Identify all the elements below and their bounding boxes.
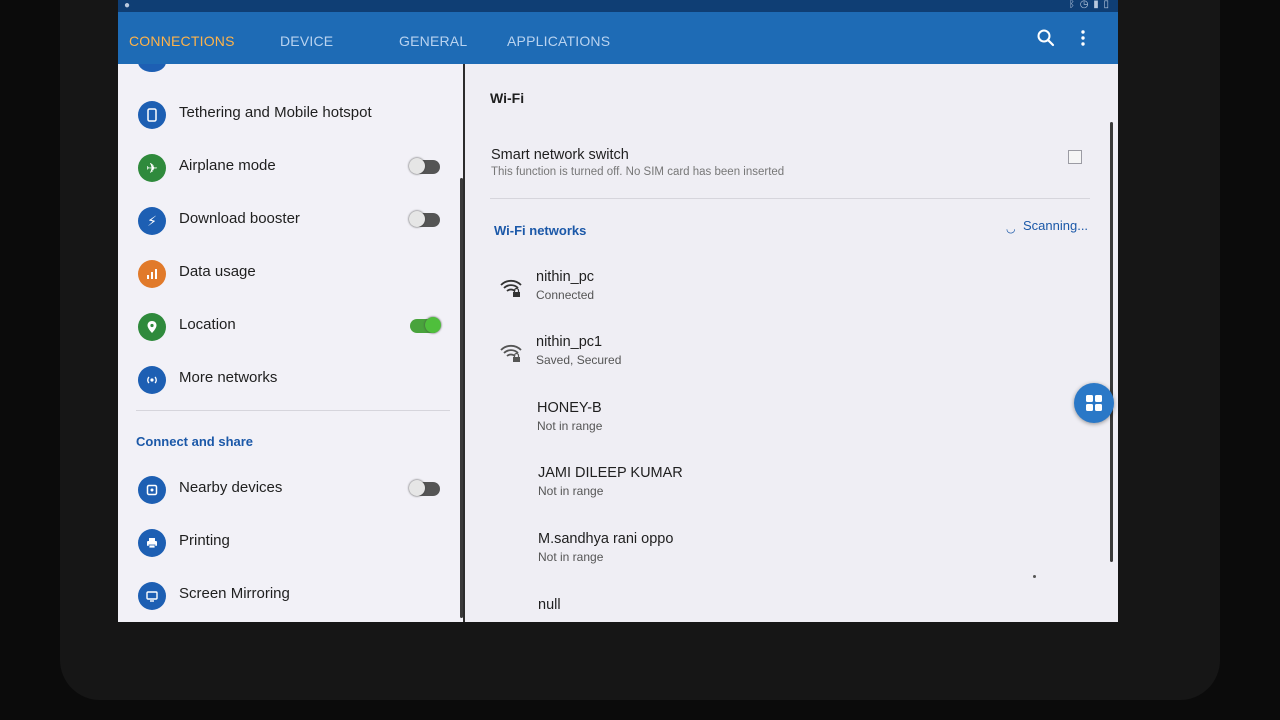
panel-title: Wi-Fi: [490, 90, 525, 106]
network-name: nithin_pc: [536, 269, 595, 285]
more-vertical-icon[interactable]: [1071, 26, 1095, 50]
wifi-lock-icon: [500, 279, 522, 297]
list-item-nearby-devices[interactable]: Nearby devices: [118, 465, 464, 515]
airplane-mode-toggle[interactable]: [409, 158, 440, 174]
list-item-more-networks[interactable]: More networks: [118, 355, 464, 405]
list-item-airplane-mode[interactable]: ✈ Airplane mode: [118, 143, 464, 193]
smart-network-switch-title: Smart network switch: [491, 147, 629, 163]
nearby-devices-toggle[interactable]: [409, 480, 440, 496]
network-row[interactable]: nithin_pc1 Saved, Secured: [465, 328, 1065, 388]
network-row[interactable]: JAMI DILEEP KUMAR Not in range: [465, 459, 1065, 519]
list-item-data-usage[interactable]: Data usage: [118, 249, 464, 299]
hotspot-icon: [138, 101, 166, 129]
list-item-tethering[interactable]: Tethering and Mobile hotspot: [118, 90, 464, 140]
list-item-label: Screen Mirroring: [179, 585, 290, 602]
list-item-label: Download booster: [179, 210, 300, 227]
network-status: Saved, Secured: [536, 353, 622, 367]
network-row[interactable]: HONEY-B Not in range: [465, 394, 1065, 454]
list-item-label: Tethering and Mobile hotspot: [179, 104, 372, 121]
bar-chart-icon: [138, 260, 166, 288]
list-item-printing[interactable]: Printing: [118, 518, 464, 568]
antenna-icon: [138, 366, 166, 394]
notification-icon: ●: [124, 0, 131, 11]
wifi-lock-icon: [500, 344, 522, 362]
section-divider: [490, 198, 1090, 199]
tab-applications[interactable]: APPLICATIONS: [507, 12, 610, 64]
network-status: Not in range: [538, 484, 604, 498]
list-item-label: More networks: [179, 369, 278, 386]
network-name: HONEY-B: [537, 400, 602, 416]
section-header: Connect and share: [136, 434, 254, 449]
lightning-icon: ⚡: [138, 207, 166, 235]
list-item-label: Nearby devices: [179, 479, 283, 496]
screen-mirroring-icon: [138, 582, 166, 610]
list-item-label: Location: [179, 316, 236, 333]
location-toggle[interactable]: [410, 317, 441, 333]
list-item-location[interactable]: Location: [118, 302, 464, 352]
smart-network-switch-subtitle: This function is turned off. No SIM card…: [491, 166, 785, 178]
airplane-icon: ✈: [138, 154, 166, 182]
network-name: M.sandhya rani oppo: [538, 531, 674, 547]
grid-icon: [1086, 395, 1102, 411]
list-item-label: Airplane mode: [179, 157, 276, 174]
tab-device[interactable]: DEVICE: [280, 12, 333, 64]
wifi-panel: Wi-Fi Smart network switch This function…: [465, 64, 1118, 622]
tablet-screen: ● ᛒ ◷ ▮ ▯ CONNECTIONS DEVICE GENERAL APP…: [118, 0, 1118, 622]
status-icons: ᛒ ◷ ▮ ▯: [1068, 0, 1110, 10]
tab-bar: CONNECTIONS DEVICE GENERAL APPLICATIONS: [118, 12, 1118, 64]
smart-network-switch-checkbox[interactable]: [1068, 150, 1082, 164]
dust-dot: [1033, 575, 1036, 578]
list-item-screen-mirroring[interactable]: Screen Mirroring: [118, 571, 464, 621]
network-status: Not in range: [537, 419, 603, 433]
scanning-status: Scanning...: [1023, 218, 1089, 233]
tab-general[interactable]: GENERAL: [399, 12, 467, 64]
network-row[interactable]: null: [465, 591, 1065, 622]
download-booster-toggle[interactable]: [409, 211, 440, 227]
search-icon[interactable]: [1034, 26, 1058, 50]
status-bar: ● ᛒ ◷ ▮ ▯: [118, 0, 1118, 12]
network-status: Connected: [536, 288, 595, 302]
network-name: nithin_pc1: [536, 334, 603, 350]
printer-icon: [138, 529, 166, 557]
network-name: JAMI DILEEP KUMAR: [538, 465, 683, 481]
network-row[interactable]: nithin_pc Connected: [465, 263, 1065, 323]
list-item-download-booster[interactable]: ⚡ Download booster: [118, 196, 464, 246]
list-item-label: Data usage: [179, 263, 256, 280]
list-item-label: Printing: [179, 532, 230, 549]
spinner-icon: ◡: [1006, 223, 1016, 235]
settings-list: Tethering and Mobile hotspot ✈ Airplane …: [118, 64, 464, 622]
network-status: Not in range: [538, 550, 604, 564]
network-row[interactable]: M.sandhya rani oppo Not in range: [465, 525, 1065, 585]
right-scrollbar[interactable]: [1110, 122, 1113, 562]
nearby-devices-icon: [138, 476, 166, 504]
list-divider: [136, 410, 450, 411]
bluetooth-icon: [138, 64, 166, 72]
network-name: null: [538, 597, 561, 613]
location-pin-icon: [138, 313, 166, 341]
wifi-networks-header: Wi-Fi networks: [494, 223, 587, 238]
tab-connections[interactable]: CONNECTIONS: [129, 12, 235, 64]
multi-window-button[interactable]: [1074, 383, 1114, 423]
